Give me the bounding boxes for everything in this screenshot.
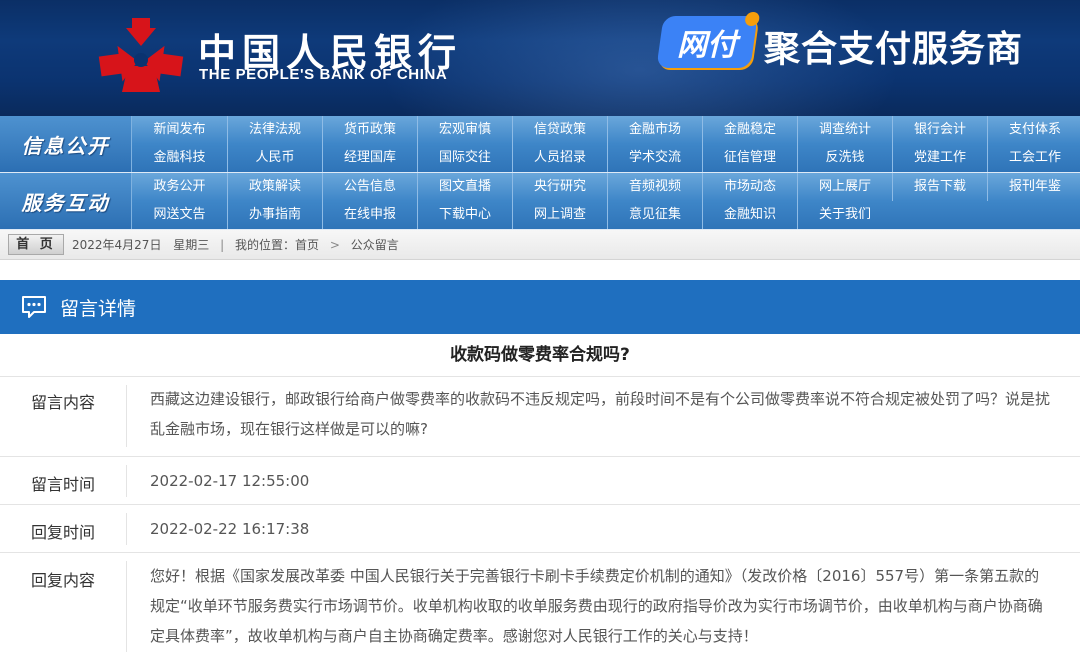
nav-item[interactable]: 新闻发布 [132, 116, 227, 144]
content-label: 留言内容 [30, 393, 95, 412]
main-nav: 信息公开 新闻发布 法律法规 货币政策 宏观审慎 信贷政策 金融市场 金融稳定 调查统计 银行会… [0, 116, 1080, 230]
pboc-emblem-icon[interactable] [98, 16, 184, 94]
nav-item[interactable]: 金融科技 [132, 144, 227, 172]
nav-item[interactable]: 在线申报 [322, 201, 417, 229]
brand-title: 聚合支付服务商 [764, 29, 1024, 70]
breadcrumb: 首 页 2022年4月27日 星期三 | 我的位置：首页 > 公众留言 [0, 230, 1080, 260]
nav-item[interactable]: 报告下载 [892, 173, 987, 201]
nav-item[interactable]: 宏观审慎 [417, 116, 512, 144]
row-divider [126, 561, 127, 652]
message-title: 收款码做零费率合规吗? [450, 345, 630, 365]
nav-item[interactable]: 图文直播 [417, 173, 512, 201]
chat-bubble-icon [22, 296, 46, 318]
nav-item[interactable]: 网上调查 [512, 201, 607, 229]
nav-item[interactable]: 办事指南 [227, 201, 322, 229]
nav-item[interactable]: 支付体系 [987, 116, 1080, 144]
nav-section-info-label[interactable]: 信息公开 [0, 116, 132, 172]
nav-item[interactable]: 学术交流 [607, 144, 702, 172]
nav-item[interactable]: 党建工作 [892, 144, 987, 172]
current-weekday: 星期三 [173, 238, 210, 252]
reply-time-row: 回复时间 2022-02-22 16:17:38 [0, 504, 1080, 552]
nav-section-info: 信息公开 新闻发布 法律法规 货币政策 宏观审慎 信贷政策 金融市场 金融稳定 调查统计 银行会… [0, 116, 1080, 172]
current-date: 2022年4月27日 [72, 238, 162, 252]
nav-item[interactable]: 关于我们 [797, 201, 892, 229]
reply-time-label: 回复时间 [30, 523, 95, 542]
nav-service-grid: 政务公开 政策解读 公告信息 图文直播 央行研究 音频视频 市场动态 网上展厅 报告下载 报刊年鉴… [132, 173, 1080, 229]
nav-item[interactable]: 银行会计 [892, 116, 987, 144]
chevron-right-icon: > [329, 238, 340, 252]
breadcrumb-current[interactable]: 公众留言 [351, 238, 399, 252]
time-label: 留言时间 [30, 475, 95, 494]
nav-item[interactable]: 征信管理 [702, 144, 797, 172]
nav-item[interactable]: 工会工作 [987, 144, 1080, 172]
message-time-row: 留言时间 2022-02-17 12:55:00 [0, 456, 1080, 504]
row-divider [126, 513, 127, 545]
content-text: 西藏这边建设银行，邮政银行给商户做零费率的收款码不违反规定吗，前段时间不是有个公… [150, 390, 1051, 438]
nav-item[interactable]: 意见征集 [607, 201, 702, 229]
reply-label: 回复内容 [30, 571, 95, 590]
nav-item[interactable]: 报刊年鉴 [987, 173, 1080, 201]
nav-item[interactable]: 经理国库 [322, 144, 417, 172]
nav-item[interactable]: 央行研究 [512, 173, 607, 201]
message-content-row: 留言内容 西藏这边建设银行，邮政银行给商户做零费率的收款码不违反规定吗，前段时间… [0, 376, 1080, 456]
nav-item[interactable]: 市场动态 [702, 173, 797, 201]
time-value: 2022-02-17 12:55:00 [150, 472, 310, 490]
nav-item[interactable]: 国际交往 [417, 144, 512, 172]
detail-title: 留言详情 [60, 298, 137, 320]
nav-item[interactable]: 法律法规 [227, 116, 322, 144]
nav-section-service: 服务互动 政务公开 政策解读 公告信息 图文直播 央行研究 音频视频 市场动态 网上展厅 报告下… [0, 173, 1080, 229]
nav-item[interactable]: 信贷政策 [512, 116, 607, 144]
breadcrumb-home-link[interactable]: 首页 [295, 238, 319, 252]
breadcrumb-text: 2022年4月27日 星期三 | 我的位置：首页 > 公众留言 [72, 238, 399, 252]
nav-item[interactable]: 网送文告 [132, 201, 227, 229]
row-divider [126, 465, 127, 497]
nav-item[interactable]: 政务公开 [132, 173, 227, 201]
row-divider [126, 385, 127, 447]
brand-badge-text: 网付 [677, 28, 737, 63]
site-header: 中国人民银行 THE PEOPLE'S BANK OF CHINA 网付 聚合支… [0, 0, 1080, 116]
pboc-name-en: THE PEOPLE'S BANK OF CHINA [199, 66, 448, 83]
reply-content-row: 回复内容 您好！根据《国家发展改革委 中国人民银行关于完善银行卡刷卡手续费定价机… [0, 552, 1080, 652]
nav-item[interactable]: 反洗钱 [797, 144, 892, 172]
nav-item[interactable]: 政策解读 [227, 173, 322, 201]
nav-item[interactable]: 公告信息 [322, 173, 417, 201]
nav-item[interactable]: 网上展厅 [797, 173, 892, 201]
reply-time-value: 2022-02-22 16:17:38 [150, 520, 310, 538]
nav-item[interactable]: 调查统计 [797, 116, 892, 144]
nav-item[interactable]: 金融稳定 [702, 116, 797, 144]
detail-header: 留言详情 [0, 280, 1080, 334]
home-button[interactable]: 首 页 [8, 234, 64, 255]
nav-info-grid: 新闻发布 法律法规 货币政策 宏观审慎 信贷政策 金融市场 金融稳定 调查统计 银行会计 支付体系… [132, 116, 1080, 172]
nav-item[interactable]: 下载中心 [417, 201, 512, 229]
nav-item[interactable]: 金融市场 [607, 116, 702, 144]
nav-item[interactable]: 金融知识 [702, 201, 797, 229]
brand-badge: 网付 [656, 16, 758, 68]
nav-item[interactable]: 音频视频 [607, 173, 702, 201]
nav-item[interactable]: 人员招录 [512, 144, 607, 172]
nav-item[interactable]: 货币政策 [322, 116, 417, 144]
reply-text: 您好！根据《国家发展改革委 中国人民银行关于完善银行卡刷卡手续费定价机制的通知》… [150, 567, 1043, 645]
nav-section-service-label[interactable]: 服务互动 [0, 173, 132, 229]
nav-item[interactable]: 人民币 [227, 144, 322, 172]
location-label: 我的位置： [235, 238, 296, 252]
